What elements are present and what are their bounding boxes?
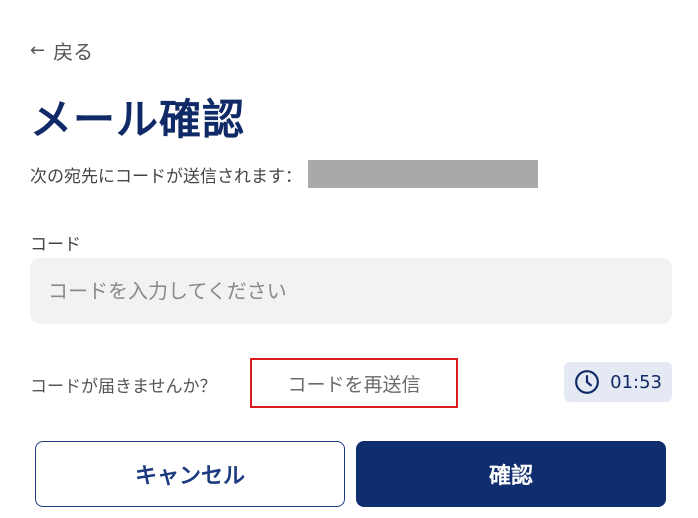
back-label: 戻る [53,40,94,64]
arrow-left-icon: ← [30,39,46,61]
back-link[interactable]: ← 戻る [30,36,93,65]
resend-code-button[interactable]: コードを再送信 [250,358,458,408]
countdown-timer: 01:53 [564,362,672,402]
clock-icon [575,370,600,394]
resend-row: コードが届きませんか？ コードを再送信 01:53 [30,358,672,408]
code-field-label: コード [30,235,81,255]
recipient-info: 次の宛先にコードが送信されます： [30,160,538,188]
recipient-message: 次の宛先にコードが送信されます： [30,166,302,187]
page-title: メール確認 [30,95,246,144]
confirm-button[interactable]: 確認 [356,441,666,507]
cancel-button[interactable]: キャンセル [35,441,345,507]
code-input[interactable] [30,258,672,324]
timer-value: 01:53 [610,371,662,393]
email-verification-page: ← 戻る メール確認 次の宛先にコードが送信されます： コード コードが届きませ… [0,0,698,518]
redacted-email [308,160,538,188]
resend-question: コードが届きませんか？ [30,377,217,397]
